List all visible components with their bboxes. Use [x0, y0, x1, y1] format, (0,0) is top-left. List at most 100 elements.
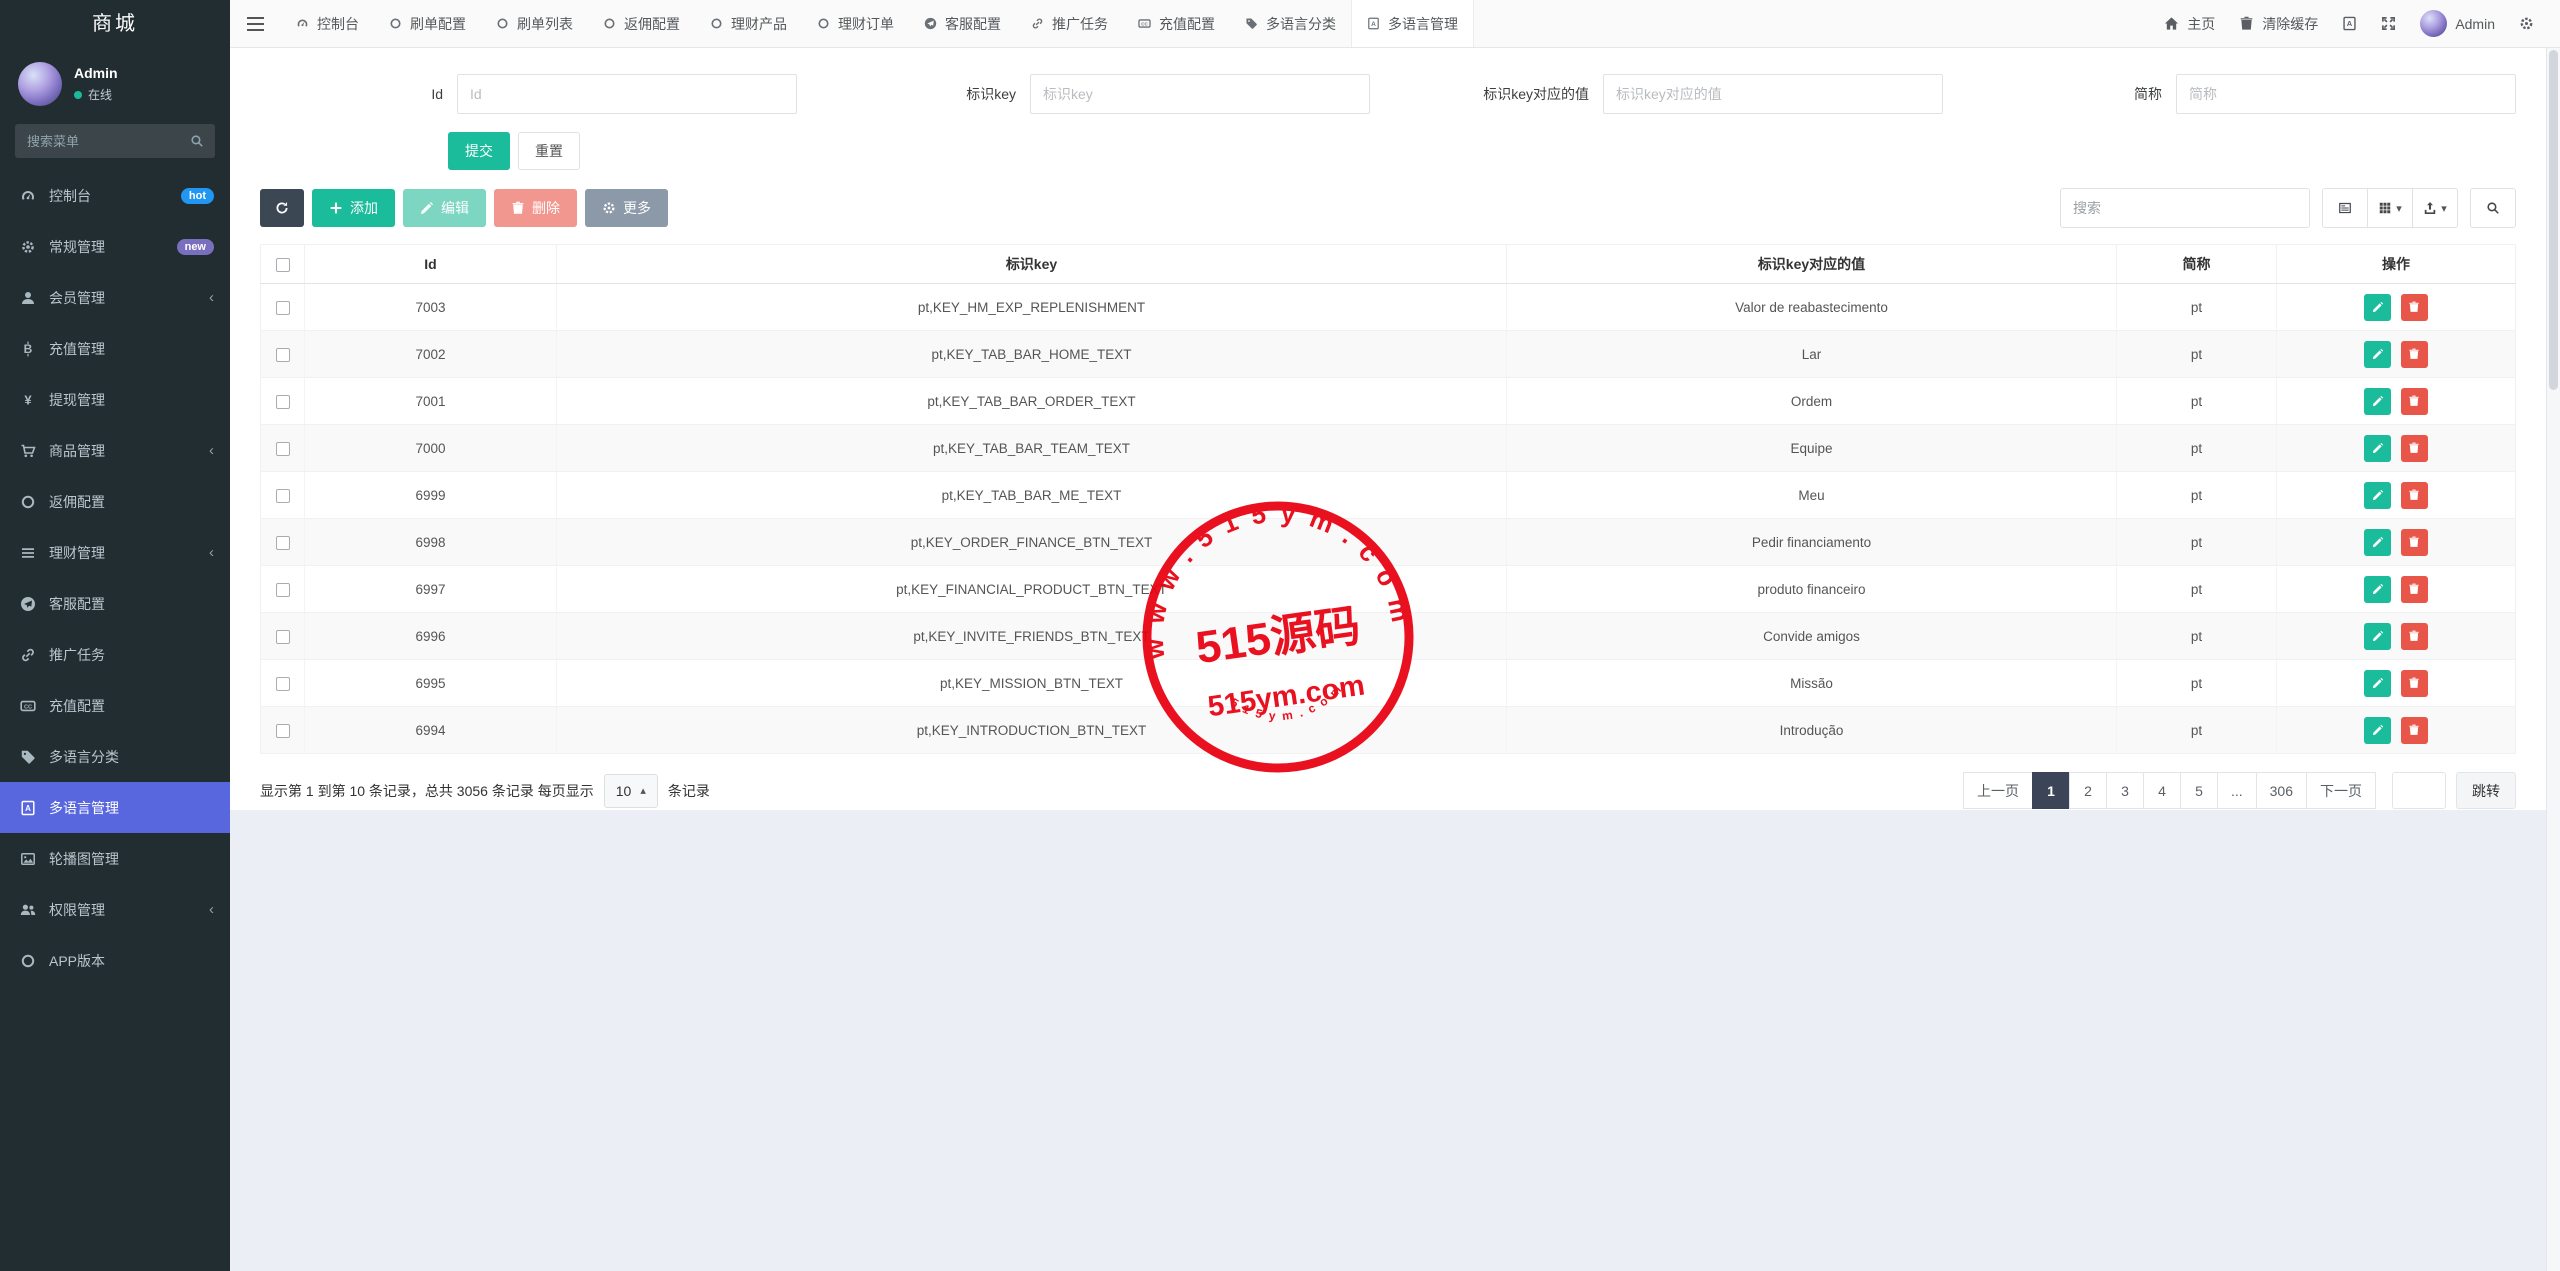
row-edit-button[interactable] — [2364, 294, 2391, 321]
fullscreen-button[interactable] — [2381, 16, 2396, 31]
row-edit-button[interactable] — [2364, 388, 2391, 415]
row-delete-button[interactable] — [2401, 529, 2428, 556]
sidebar-item[interactable]: APP版本 — [0, 935, 230, 986]
page-number-button[interactable]: 306 — [2256, 772, 2307, 809]
prev-page-button[interactable]: 上一页 — [1963, 772, 2033, 809]
filter-input[interactable] — [2176, 74, 2516, 114]
nav-tab[interactable]: 刷单配置 — [374, 0, 481, 47]
row-checkbox[interactable] — [276, 395, 290, 409]
columns-button[interactable]: ▾ — [2367, 188, 2413, 228]
reset-button[interactable]: 重置 — [518, 132, 580, 170]
row-delete-button[interactable] — [2401, 482, 2428, 509]
sidebar-item[interactable]: 多语言分类 — [0, 731, 230, 782]
filter-label: 简称 — [1979, 84, 2176, 104]
edit-button[interactable]: 编辑 — [403, 189, 486, 227]
row-delete-button[interactable] — [2401, 388, 2428, 415]
sidebar-item[interactable]: 推广任务 — [0, 629, 230, 680]
submit-button[interactable]: 提交 — [448, 132, 510, 170]
sidebar-item[interactable]: 控制台 hot — [0, 170, 230, 221]
sidebar-item[interactable]: 轮播图管理 — [0, 833, 230, 884]
sidebar-item[interactable]: 会员管理 ‹ — [0, 272, 230, 323]
sidebar-item[interactable]: 提现管理 — [0, 374, 230, 425]
row-delete-button[interactable] — [2401, 623, 2428, 650]
page-number-button[interactable]: 2 — [2069, 772, 2107, 809]
filter-input[interactable] — [1030, 74, 1370, 114]
more-button[interactable]: 更多 — [585, 189, 668, 227]
jump-button[interactable]: 跳转 — [2456, 772, 2516, 809]
page-number-button[interactable]: ... — [2217, 772, 2257, 809]
sidebar-item[interactable]: 权限管理 ‹ — [0, 884, 230, 935]
row-edit-button[interactable] — [2364, 717, 2391, 744]
sidebar-item[interactable]: 充值配置 — [0, 680, 230, 731]
settings-button[interactable] — [2519, 16, 2534, 31]
row-checkbox[interactable] — [276, 442, 290, 456]
table-search-input[interactable] — [2060, 188, 2310, 228]
add-button[interactable]: 添加 — [312, 189, 395, 227]
translate-button[interactable] — [2342, 16, 2357, 31]
jump-page-input[interactable] — [2392, 772, 2446, 809]
row-checkbox[interactable] — [276, 489, 290, 503]
clear-cache-button[interactable]: 清除缓存 — [2239, 14, 2318, 34]
page-number-button[interactable]: 1 — [2032, 772, 2070, 809]
hamburger-menu-icon[interactable] — [230, 0, 281, 47]
sidebar-item[interactable]: 商品管理 ‹ — [0, 425, 230, 476]
row-delete-button[interactable] — [2401, 294, 2428, 321]
sidebar-item[interactable]: 理财管理 ‹ — [0, 527, 230, 578]
search-toggle-button[interactable] — [2470, 188, 2516, 228]
nav-tab[interactable]: 控制台 — [281, 0, 374, 47]
page-number-button[interactable]: 4 — [2143, 772, 2181, 809]
row-edit-button[interactable] — [2364, 623, 2391, 650]
detail-view-button[interactable] — [2322, 188, 2368, 228]
page-number-button[interactable]: 5 — [2180, 772, 2218, 809]
sidebar-item[interactable]: 常规管理 new — [0, 221, 230, 272]
filter-input[interactable] — [1603, 74, 1943, 114]
row-edit-button[interactable] — [2364, 435, 2391, 462]
nav-tab[interactable]: 刷单列表 — [481, 0, 588, 47]
row-delete-button[interactable] — [2401, 670, 2428, 697]
sidebar-search-input[interactable] — [15, 124, 215, 158]
row-checkbox[interactable] — [276, 536, 290, 550]
cell-value: Introdução — [1507, 707, 2117, 754]
row-edit-button[interactable] — [2364, 576, 2391, 603]
row-checkbox[interactable] — [276, 724, 290, 738]
nav-tab[interactable]: 充值配置 — [1123, 0, 1230, 47]
nav-tab[interactable]: 返佣配置 — [588, 0, 695, 47]
home-button[interactable]: 主页 — [2164, 14, 2215, 34]
detail-view-icon — [2338, 201, 2352, 215]
sidebar-item[interactable]: 返佣配置 — [0, 476, 230, 527]
next-page-button[interactable]: 下一页 — [2306, 772, 2376, 809]
row-delete-button[interactable] — [2401, 341, 2428, 368]
row-checkbox[interactable] — [276, 583, 290, 597]
scrollbar-thumb[interactable] — [2549, 50, 2558, 390]
per-page-select[interactable]: 10 ▴ — [604, 774, 658, 808]
nav-tab[interactable]: 多语言管理 — [1351, 0, 1474, 47]
row-delete-button[interactable] — [2401, 435, 2428, 462]
export-button[interactable]: ▾ — [2412, 188, 2458, 228]
nav-tab[interactable]: 理财订单 — [802, 0, 909, 47]
row-delete-button[interactable] — [2401, 576, 2428, 603]
row-delete-button[interactable] — [2401, 717, 2428, 744]
refresh-button[interactable] — [260, 189, 304, 227]
row-checkbox[interactable] — [276, 630, 290, 644]
row-checkbox[interactable] — [276, 301, 290, 315]
sidebar-item[interactable]: 多语言管理 — [0, 782, 230, 833]
sidebar-item[interactable]: 客服配置 — [0, 578, 230, 629]
select-all-checkbox[interactable] — [276, 258, 290, 272]
nav-tab[interactable]: 客服配置 — [909, 0, 1016, 47]
row-checkbox[interactable] — [276, 348, 290, 362]
page-number-button[interactable]: 3 — [2106, 772, 2144, 809]
nav-tab[interactable]: 理财产品 — [695, 0, 802, 47]
row-edit-button[interactable] — [2364, 529, 2391, 556]
nav-tab[interactable]: 推广任务 — [1016, 0, 1123, 47]
row-edit-button[interactable] — [2364, 670, 2391, 697]
row-edit-button[interactable] — [2364, 341, 2391, 368]
sidebar-item[interactable]: 充值管理 — [0, 323, 230, 374]
nav-tab[interactable]: 多语言分类 — [1230, 0, 1351, 47]
row-checkbox[interactable] — [276, 677, 290, 691]
filter-input[interactable] — [457, 74, 797, 114]
scrollbar[interactable] — [2546, 48, 2560, 1271]
sidebar-menu: 控制台 hot 常规管理 new 会员管理 ‹ 充值管理 — [0, 170, 230, 986]
delete-button[interactable]: 删除 — [494, 189, 577, 227]
row-edit-button[interactable] — [2364, 482, 2391, 509]
user-menu[interactable]: Admin — [2420, 10, 2495, 37]
